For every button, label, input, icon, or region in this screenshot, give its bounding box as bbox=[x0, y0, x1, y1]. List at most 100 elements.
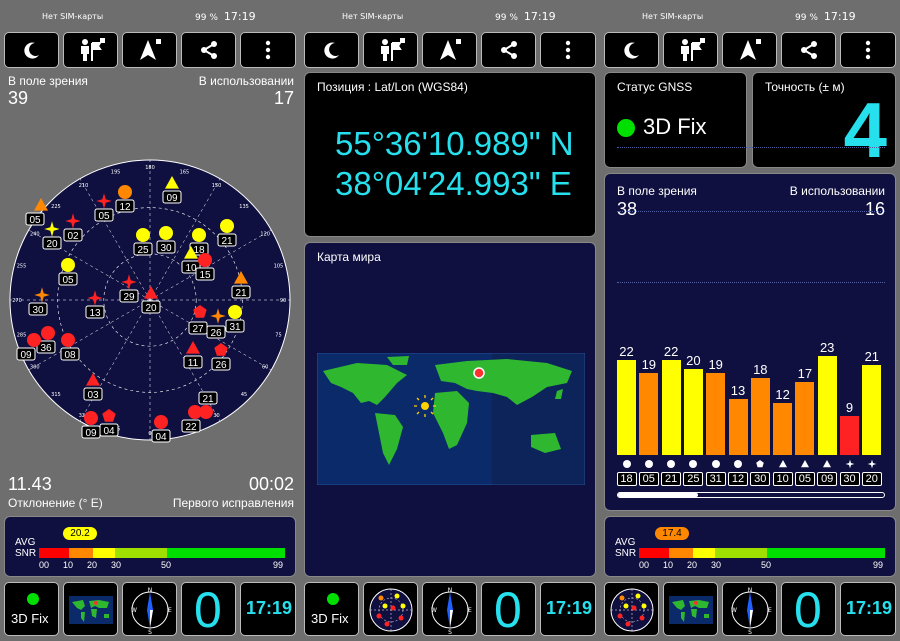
compass-tile[interactable]: N E W S bbox=[122, 582, 177, 636]
svg-text:S: S bbox=[448, 629, 452, 635]
svg-text:E: E bbox=[768, 607, 772, 614]
compass-tick-label: 105 bbox=[274, 264, 284, 270]
compass-tick-label: 135 bbox=[239, 204, 249, 210]
satellite-prn: 29 bbox=[123, 292, 135, 303]
satellite-prn: 20 bbox=[145, 303, 157, 314]
snr-bar[interactable] bbox=[817, 356, 837, 455]
fix-status-tile[interactable]: 3D Fix bbox=[4, 582, 59, 636]
snr-bar[interactable] bbox=[862, 364, 882, 455]
snr-panel: AVG SNR 20.2 00 10 20 30 50 99 bbox=[4, 516, 296, 577]
carrier-label: Нет SIM-карты bbox=[642, 12, 704, 21]
more-vert-icon bbox=[565, 40, 571, 60]
snr-bar-prn: 30 bbox=[839, 472, 860, 486]
compass-tick-label: 240 bbox=[30, 232, 40, 238]
clock-tile[interactable]: 17:19 bbox=[840, 582, 896, 636]
snr-tick: 30 bbox=[711, 560, 722, 570]
satellite-prn: 11 bbox=[188, 358, 199, 369]
in-use-value: 17 bbox=[273, 88, 294, 108]
more-button[interactable] bbox=[840, 32, 896, 68]
compass-tick-label: 75 bbox=[275, 332, 281, 338]
compass-tick-label: 270 bbox=[12, 298, 22, 304]
snr-tick: 20 bbox=[687, 560, 698, 570]
compass-icon: N E W S bbox=[131, 587, 172, 635]
more-button[interactable] bbox=[540, 32, 596, 68]
clock-tile[interactable]: 17:19 bbox=[540, 582, 596, 636]
compass-tile[interactable]: N E W S bbox=[422, 582, 477, 636]
svg-text:E: E bbox=[168, 607, 172, 614]
snr-bar-value: 17 bbox=[797, 365, 813, 381]
snr-bar[interactable] bbox=[728, 399, 748, 455]
circle-icon bbox=[689, 460, 698, 468]
night-mode-button[interactable] bbox=[304, 32, 359, 68]
fix-label: 3D Fix bbox=[311, 611, 349, 626]
snr-bar[interactable] bbox=[750, 377, 770, 455]
speed-tile[interactable]: 0 bbox=[481, 582, 536, 636]
clock-label: 17:19 bbox=[523, 10, 556, 23]
more-button[interactable] bbox=[240, 32, 296, 68]
screen-status: Нет SIM-карты 99 % 17:19 Статус GNSS 3D F… bbox=[600, 0, 900, 641]
satellite-prn: 08 bbox=[64, 350, 76, 361]
snr-tick: 99 bbox=[273, 560, 284, 570]
fix-status-tile[interactable]: 3D Fix bbox=[304, 582, 359, 636]
snr-tick: 99 bbox=[873, 560, 884, 570]
snr-tick: 50 bbox=[161, 560, 172, 570]
compass-tile[interactable]: N E W S bbox=[722, 582, 777, 636]
more-vert-icon bbox=[265, 40, 271, 60]
chart-scrollbar[interactable] bbox=[617, 492, 885, 498]
navigation-arrow-icon bbox=[439, 39, 461, 60]
world-map-tile[interactable] bbox=[663, 582, 718, 636]
track-button[interactable] bbox=[63, 32, 118, 68]
battery-label: 99 % bbox=[495, 13, 518, 23]
share-button[interactable] bbox=[481, 32, 536, 68]
svg-text:N: N bbox=[748, 587, 753, 594]
avg-label: AVG bbox=[615, 537, 636, 548]
world-map-tile[interactable] bbox=[63, 582, 118, 636]
share-icon bbox=[500, 41, 517, 59]
snr-bar[interactable] bbox=[661, 360, 681, 455]
satellite-prn: 04 bbox=[103, 426, 115, 437]
track-button[interactable] bbox=[363, 32, 418, 68]
svg-text:W: W bbox=[431, 607, 437, 614]
navigation-arrow-icon bbox=[139, 39, 161, 60]
satellite-prn: 30 bbox=[160, 243, 172, 254]
snr-band-orange bbox=[669, 548, 693, 558]
clock-tile-value: 17:19 bbox=[846, 598, 893, 618]
satellite-prn: 21 bbox=[202, 394, 214, 405]
snr-label: SNR bbox=[615, 548, 637, 559]
skyplot: 0153045607590105120135150165180195210225… bbox=[9, 159, 291, 443]
track-button[interactable] bbox=[663, 32, 718, 68]
snr-bar-value: 22 bbox=[663, 344, 679, 360]
satellite-prn: 09 bbox=[20, 350, 32, 361]
speed-tile[interactable]: 0 bbox=[781, 582, 836, 636]
snr-bar[interactable] bbox=[840, 416, 859, 455]
speed-tile[interactable]: 0 bbox=[181, 582, 236, 636]
snr-bar[interactable] bbox=[617, 360, 636, 455]
snr-bar[interactable] bbox=[706, 373, 726, 455]
snr-bar[interactable] bbox=[773, 403, 793, 455]
snr-bar[interactable] bbox=[639, 373, 659, 455]
share-button[interactable] bbox=[181, 32, 236, 68]
svg-text:E: E bbox=[468, 607, 472, 614]
night-mode-button[interactable] bbox=[604, 32, 659, 68]
night-mode-button[interactable] bbox=[4, 32, 59, 68]
navigation-button[interactable] bbox=[722, 32, 777, 68]
latitude-value[interactable]: 55°36'10.989" N bbox=[335, 125, 574, 163]
snr-bar-prn: 18 bbox=[616, 472, 637, 486]
battery-label: 99 % bbox=[795, 13, 818, 23]
navigation-button[interactable] bbox=[122, 32, 177, 68]
radar-tile[interactable] bbox=[604, 582, 659, 636]
snr-band-yellow bbox=[93, 548, 115, 558]
more-vert-icon bbox=[865, 40, 871, 60]
world-map[interactable] bbox=[317, 353, 585, 485]
svg-text:S: S bbox=[148, 629, 152, 635]
snr-bar[interactable] bbox=[683, 369, 703, 455]
longitude-value[interactable]: 38°04'24.993" E bbox=[335, 165, 572, 203]
share-button[interactable] bbox=[781, 32, 836, 68]
satellite-prn: 22 bbox=[185, 422, 197, 433]
snr-tick: 00 bbox=[39, 560, 50, 570]
clock-tile[interactable]: 17:19 bbox=[240, 582, 296, 636]
chart-scrollbar-thumb[interactable] bbox=[618, 493, 698, 497]
snr-bar[interactable] bbox=[795, 381, 815, 455]
navigation-button[interactable] bbox=[422, 32, 477, 68]
radar-tile[interactable] bbox=[363, 582, 418, 636]
